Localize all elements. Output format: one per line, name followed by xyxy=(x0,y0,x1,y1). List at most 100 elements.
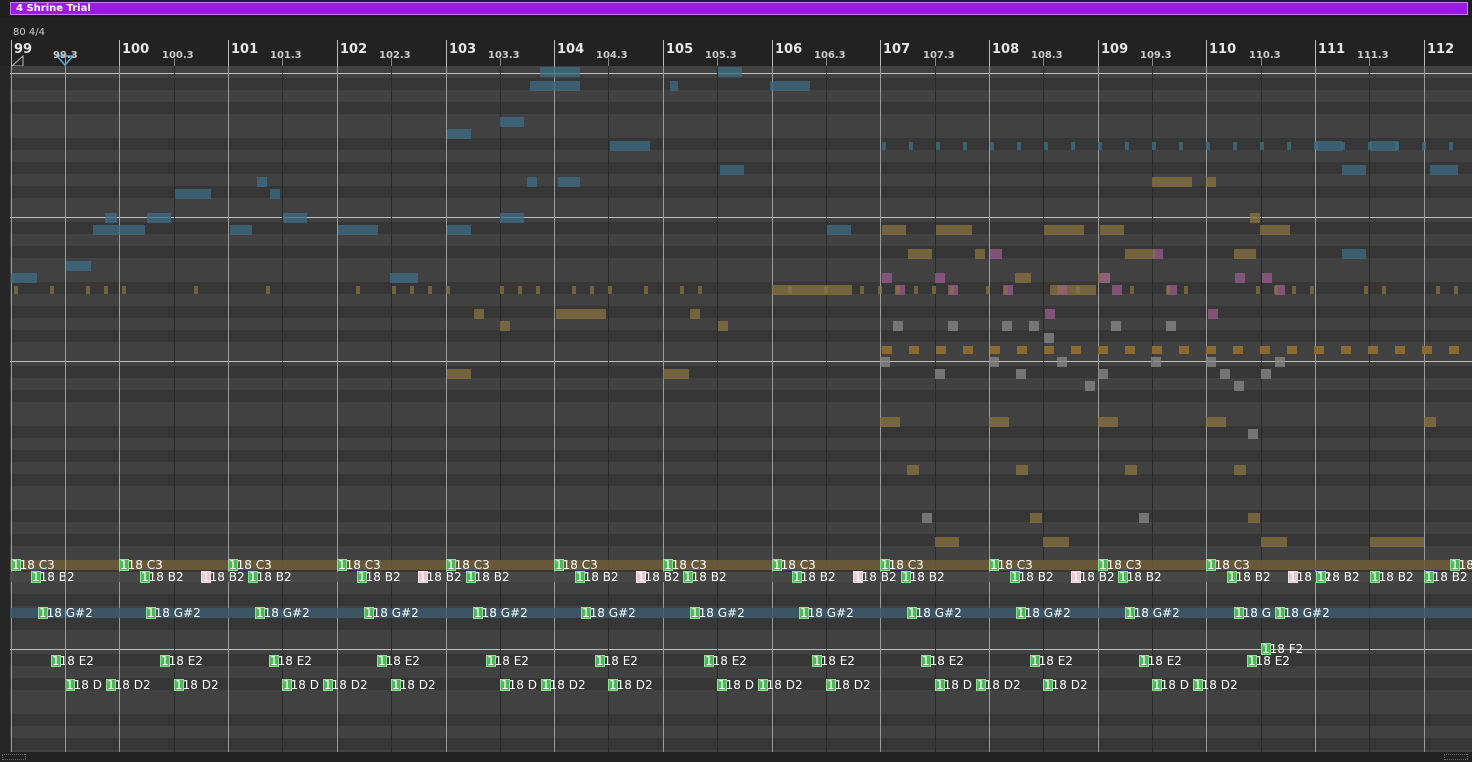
bar-number-106[interactable]: 106 xyxy=(775,42,802,57)
midi-note[interactable] xyxy=(922,513,932,523)
bar-number-109[interactable]: 109 xyxy=(1101,42,1128,57)
midi-note[interactable] xyxy=(1029,321,1039,331)
midi-note[interactable] xyxy=(1233,346,1243,354)
midi-note[interactable] xyxy=(908,249,932,259)
midi-note[interactable] xyxy=(1044,225,1084,235)
midi-note[interactable] xyxy=(1342,249,1366,259)
midi-note[interactable] xyxy=(936,142,940,150)
midi-note[interactable] xyxy=(1422,346,1432,354)
midi-note[interactable] xyxy=(1234,249,1256,259)
midi-note[interactable] xyxy=(266,286,270,294)
midi-note[interactable] xyxy=(536,286,540,294)
midi-note[interactable] xyxy=(1179,142,1183,150)
midi-note[interactable] xyxy=(270,189,280,199)
midi-note[interactable] xyxy=(500,117,524,127)
bar-number-108[interactable]: 108 xyxy=(992,42,1019,57)
midi-note[interactable] xyxy=(1206,357,1216,367)
midi-note[interactable] xyxy=(390,273,418,283)
midi-note[interactable] xyxy=(1100,273,1110,283)
midi-note[interactable] xyxy=(518,286,522,294)
midi-note[interactable] xyxy=(1179,346,1189,354)
midi-note[interactable] xyxy=(1004,286,1008,294)
midi-note[interactable] xyxy=(1287,142,1291,150)
midi-note[interactable] xyxy=(1125,465,1137,475)
midi-note[interactable] xyxy=(14,286,18,294)
midi-note[interactable] xyxy=(1058,286,1062,294)
midi-note[interactable] xyxy=(1310,286,1314,294)
midi-note[interactable] xyxy=(1454,286,1458,294)
midi-note[interactable] xyxy=(428,286,432,294)
midi-note[interactable] xyxy=(1098,346,1108,354)
bar-number-100[interactable]: 100 xyxy=(122,42,149,57)
midi-note[interactable] xyxy=(447,369,471,379)
bar-number-103[interactable]: 103 xyxy=(449,42,476,57)
midi-note[interactable] xyxy=(608,286,612,294)
beat-number-103.3[interactable]: 103.3 xyxy=(488,50,520,61)
midi-note[interactable] xyxy=(1274,286,1278,294)
midi-note[interactable] xyxy=(1234,381,1244,391)
midi-note[interactable] xyxy=(882,273,892,283)
midi-note[interactable] xyxy=(1166,321,1176,331)
midi-note[interactable] xyxy=(540,67,580,77)
midi-note[interactable] xyxy=(1292,286,1296,294)
midi-note[interactable] xyxy=(194,286,198,294)
midi-note[interactable] xyxy=(65,261,91,271)
midi-note[interactable] xyxy=(914,286,918,294)
midi-note[interactable] xyxy=(935,537,959,547)
midi-note[interactable] xyxy=(1044,333,1054,343)
beat-number-111.3[interactable]: 111.3 xyxy=(1357,50,1389,61)
midi-note[interactable] xyxy=(1030,513,1042,523)
midi-note[interactable] xyxy=(356,286,360,294)
midi-note[interactable] xyxy=(1125,346,1135,354)
midi-note[interactable] xyxy=(1125,249,1155,259)
midi-note[interactable] xyxy=(878,286,882,294)
midi-note[interactable] xyxy=(1248,429,1258,439)
midi-note[interactable] xyxy=(990,346,1000,354)
bar-number-107[interactable]: 107 xyxy=(883,42,910,57)
midi-note[interactable] xyxy=(105,213,117,223)
midi-note[interactable] xyxy=(860,286,864,294)
note-grid[interactable]: 118 C3 118 C3 118 C3 118 C3 118 C3 118 C3 118 … xyxy=(10,66,1472,752)
midi-note[interactable] xyxy=(948,321,958,331)
midi-note[interactable] xyxy=(1016,369,1026,379)
midi-note[interactable] xyxy=(670,81,678,91)
midi-note[interactable] xyxy=(1044,142,1048,150)
midi-note[interactable] xyxy=(474,309,484,319)
midi-note[interactable] xyxy=(1206,346,1216,354)
midi-note[interactable] xyxy=(1111,321,1121,331)
midi-note[interactable] xyxy=(1125,142,1129,150)
midi-note[interactable] xyxy=(698,286,702,294)
midi-note[interactable] xyxy=(1071,142,1075,150)
midi-note[interactable] xyxy=(50,286,54,294)
midi-note[interactable] xyxy=(770,81,810,91)
beat-number-106.3[interactable]: 106.3 xyxy=(814,50,846,61)
midi-note[interactable] xyxy=(1370,537,1424,547)
midi-note[interactable] xyxy=(1436,286,1440,294)
midi-note[interactable] xyxy=(556,309,606,319)
midi-note[interactable] xyxy=(558,177,580,187)
midi-note[interactable] xyxy=(932,286,936,294)
midi-note[interactable] xyxy=(907,465,919,475)
beat-number-102.3[interactable]: 102.3 xyxy=(379,50,411,61)
midi-note[interactable] xyxy=(1206,417,1226,427)
midi-note[interactable] xyxy=(1139,513,1149,523)
midi-note[interactable] xyxy=(788,286,792,294)
midi-note[interactable] xyxy=(1260,346,1270,354)
midi-note[interactable] xyxy=(93,225,145,235)
midi-note[interactable] xyxy=(1220,369,1230,379)
midi-note[interactable] xyxy=(680,286,684,294)
midi-note[interactable] xyxy=(909,346,919,354)
midi-note[interactable] xyxy=(882,225,906,235)
midi-note[interactable] xyxy=(1395,142,1399,150)
midi-note[interactable] xyxy=(1235,273,1245,283)
midi-note[interactable] xyxy=(986,286,990,294)
midi-note[interactable] xyxy=(1151,357,1161,367)
midi-note[interactable] xyxy=(1098,369,1108,379)
beat-number-104.3[interactable]: 104.3 xyxy=(596,50,628,61)
midi-note[interactable] xyxy=(500,286,504,294)
beat-number-108.3[interactable]: 108.3 xyxy=(1031,50,1063,61)
bar-number-101[interactable]: 101 xyxy=(231,42,258,57)
beat-number-100.3[interactable]: 100.3 xyxy=(162,50,194,61)
midi-note[interactable] xyxy=(1098,417,1118,427)
midi-note[interactable] xyxy=(1002,321,1012,331)
